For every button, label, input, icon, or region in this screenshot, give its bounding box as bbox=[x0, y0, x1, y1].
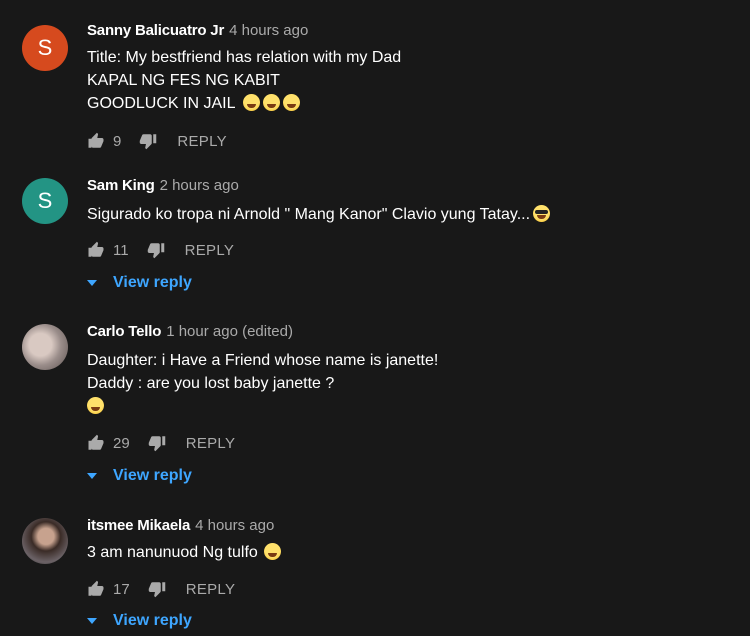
author-name[interactable]: Sanny Balicuatro Jr bbox=[87, 22, 224, 39]
author-name[interactable]: itsmee Mikaela bbox=[87, 517, 190, 534]
grinning-sweat-emoji bbox=[243, 94, 261, 111]
thumbs-down-icon[interactable] bbox=[139, 132, 157, 150]
grinning-sweat-emoji bbox=[283, 94, 301, 111]
comment-actions: 9 REPLY bbox=[87, 129, 227, 153]
thumbs-up-icon[interactable] bbox=[87, 580, 105, 598]
view-reply-label: View reply bbox=[113, 612, 192, 629]
comment-text: GOODLUCK IN JAIL bbox=[87, 92, 740, 115]
timestamp[interactable]: 2 hours ago bbox=[160, 177, 239, 194]
view-reply-button[interactable]: View reply bbox=[87, 610, 192, 632]
caret-down-icon bbox=[87, 473, 97, 479]
comment-header: Carlo Tello 1 hour ago (edited) bbox=[87, 323, 740, 345]
grinning-sweat-emoji bbox=[263, 543, 281, 560]
comment-text: KAPAL NG FES NG KABIT bbox=[87, 72, 280, 89]
comment-actions: 17 REPLY bbox=[87, 577, 235, 601]
view-reply-label: View reply bbox=[113, 274, 192, 291]
like-count: 29 bbox=[113, 434, 130, 452]
thumbs-down-icon[interactable] bbox=[148, 434, 166, 452]
reply-button[interactable]: REPLY bbox=[186, 435, 236, 452]
thumbs-up-icon[interactable] bbox=[87, 132, 105, 150]
author-name[interactable]: Sam King bbox=[87, 177, 155, 194]
view-reply-label: View reply bbox=[113, 467, 192, 484]
comment-header: Sam King 2 hours ago bbox=[87, 177, 740, 199]
view-reply-button[interactable]: View reply bbox=[87, 465, 192, 487]
timestamp[interactable]: 1 hour ago (edited) bbox=[166, 323, 293, 340]
comment-text: Daughter: i Have a Friend whose name is … bbox=[87, 352, 439, 369]
timestamp[interactable]: 4 hours ago bbox=[195, 517, 274, 534]
thumbs-up-icon[interactable] bbox=[87, 241, 105, 259]
thumbs-down-icon[interactable] bbox=[147, 241, 165, 259]
author-name[interactable]: Carlo Tello bbox=[87, 323, 161, 340]
comment-header: Sanny Balicuatro Jr 4 hours ago bbox=[87, 22, 740, 44]
comment-actions: 29 REPLY bbox=[87, 431, 235, 455]
tears-of-joy-emoji bbox=[87, 397, 104, 414]
like-count: 9 bbox=[113, 132, 122, 150]
like-count: 17 bbox=[113, 580, 130, 598]
comment-text: Title: My bestfriend has relation with m… bbox=[87, 49, 402, 66]
grinning-sweat-emoji bbox=[263, 94, 281, 111]
thumbs-up-icon[interactable] bbox=[87, 434, 105, 452]
comment-text: Daddy : are you lost baby janette ? bbox=[87, 375, 335, 392]
avatar[interactable]: S bbox=[22, 178, 68, 224]
comment-text: 3 am nanunuod Ng tulfo bbox=[87, 541, 740, 564]
reply-button[interactable]: REPLY bbox=[185, 242, 235, 259]
comment-text bbox=[87, 395, 740, 418]
like-count: 11 bbox=[113, 241, 129, 259]
thumbs-down-icon[interactable] bbox=[148, 580, 166, 598]
avatar[interactable]: S bbox=[22, 25, 68, 71]
comment-text: Sigurado ko tropa ni Arnold " Mang Kanor… bbox=[87, 203, 740, 226]
comment-header: itsmee Mikaela 4 hours ago bbox=[87, 517, 740, 539]
sunglasses-emoji bbox=[533, 205, 551, 222]
caret-down-icon bbox=[87, 618, 97, 624]
timestamp[interactable]: 4 hours ago bbox=[229, 22, 308, 39]
reply-button[interactable]: REPLY bbox=[177, 133, 227, 150]
view-reply-button[interactable]: View reply bbox=[87, 272, 192, 294]
reply-button[interactable]: REPLY bbox=[186, 581, 236, 598]
avatar[interactable] bbox=[22, 324, 68, 370]
comment-actions: 11 REPLY bbox=[87, 238, 234, 262]
caret-down-icon bbox=[87, 280, 97, 286]
avatar[interactable] bbox=[22, 518, 68, 564]
